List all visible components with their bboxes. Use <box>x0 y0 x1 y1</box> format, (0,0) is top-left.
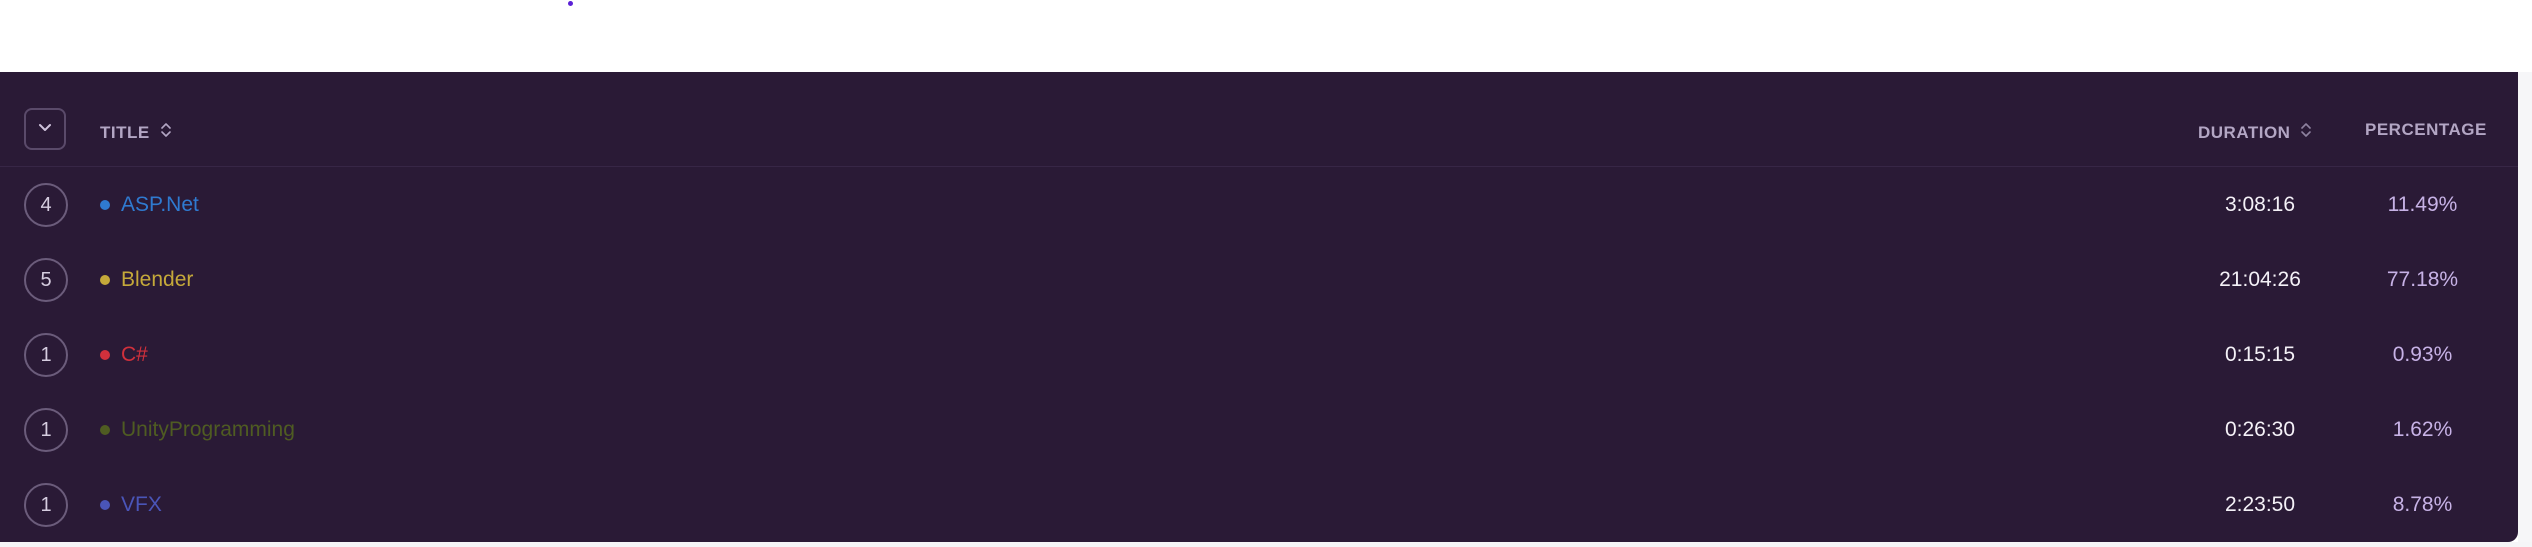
row-duration: 0:26:30 <box>2224 418 2296 441</box>
category-color-dot <box>100 500 110 510</box>
row-duration: 0:15:15 <box>2224 343 2296 366</box>
row-title-link[interactable]: ASP.Net <box>121 192 199 218</box>
sort-icon <box>2300 120 2312 145</box>
session-count-badge[interactable]: 5 <box>24 258 68 302</box>
activity-table: TITLE DURATION PERCENTAGE 4 ASP.Net 3:08… <box>0 72 2518 542</box>
table-header: TITLE DURATION PERCENTAGE <box>0 72 2518 167</box>
row-duration: 2:23:50 <box>2224 493 2296 516</box>
row-percentage: 1.62% <box>2392 418 2453 441</box>
chevron-down-icon <box>35 117 55 142</box>
table-row: 1 VFX 2:23:50 8.78% <box>0 466 2518 541</box>
row-percentage: 77.18% <box>2386 268 2459 291</box>
row-duration: 3:08:16 <box>2224 193 2296 216</box>
page-top-area <box>0 0 2532 72</box>
table-row: 4 ASP.Net 3:08:16 11.49% <box>0 166 2518 241</box>
table-row: 5 Blender 21:04:26 77.18% <box>0 241 2518 316</box>
table-row: 1 UnityProgramming 0:26:30 1.62% <box>0 391 2518 466</box>
category-color-dot <box>100 275 110 285</box>
percentage-header-label: PERCENTAGE <box>2365 120 2487 139</box>
title-header-label: TITLE <box>100 122 150 142</box>
collapse-toggle-button[interactable] <box>24 108 66 150</box>
row-title-link[interactable]: C# <box>121 342 148 368</box>
row-title-link[interactable]: Blender <box>121 267 193 293</box>
row-percentage: 11.49% <box>2387 193 2458 216</box>
sort-icon <box>160 120 172 145</box>
percentage-column-header: PERCENTAGE <box>2365 120 2487 140</box>
session-count-badge[interactable]: 1 <box>24 408 68 452</box>
category-color-dot <box>100 200 110 210</box>
session-count-badge[interactable]: 1 <box>24 333 68 377</box>
table-row: 1 C# 0:15:15 0.93% <box>0 316 2518 391</box>
row-duration: 21:04:26 <box>2219 268 2301 291</box>
category-color-dot <box>100 425 110 435</box>
page-right-gutter <box>2518 72 2532 547</box>
title-column-header[interactable]: TITLE <box>100 120 172 145</box>
page-bottom-strip <box>0 542 2532 547</box>
row-title-link[interactable]: VFX <box>121 492 162 518</box>
duration-header-label: DURATION <box>2198 122 2291 142</box>
row-percentage: 8.78% <box>2392 493 2453 516</box>
row-percentage: 0.93% <box>2392 343 2453 366</box>
duration-column-header[interactable]: DURATION <box>2198 120 2312 145</box>
row-title-link[interactable]: UnityProgramming <box>121 417 295 443</box>
session-count-badge[interactable]: 4 <box>24 183 68 227</box>
indicator-dot <box>568 1 573 6</box>
session-count-badge[interactable]: 1 <box>24 483 68 527</box>
category-color-dot <box>100 350 110 360</box>
